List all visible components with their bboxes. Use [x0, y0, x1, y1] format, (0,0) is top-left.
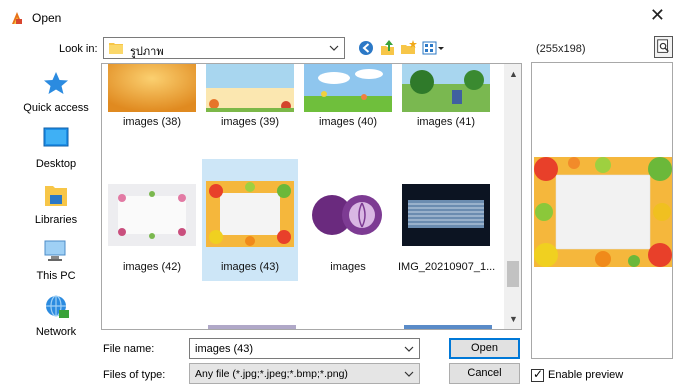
current-folder-text: รูปภาพ: [130, 46, 164, 58]
file-item[interactable]: images (42): [104, 159, 200, 281]
place-libraries[interactable]: Libraries: [11, 178, 101, 230]
file-item[interactable]: IMG_20210907_1...: [398, 159, 496, 281]
file-thumbnail: [402, 64, 490, 112]
app-icon: [12, 12, 22, 24]
place-label: Desktop: [35, 158, 77, 170]
chevron-down-icon[interactable]: [403, 341, 415, 357]
star-icon: [44, 72, 68, 94]
close-button[interactable]: ✕: [650, 5, 665, 26]
enable-preview-checkbox[interactable]: ✓ Enable preview: [531, 366, 671, 384]
checkmark-icon: ✓: [533, 367, 544, 381]
up-folder-icon[interactable]: [377, 38, 397, 58]
network-icon: [46, 295, 69, 318]
filetype-label: Files of type:: [103, 369, 166, 381]
file-thumbnail: [304, 175, 392, 251]
filename-input[interactable]: images (43): [195, 343, 253, 355]
lookin-label: Look in:: [59, 43, 98, 55]
back-icon[interactable]: [356, 38, 376, 58]
file-thumbnail-partial: [404, 325, 492, 329]
desktop-icon: [43, 127, 69, 147]
file-name: images (41): [416, 116, 476, 128]
open-button[interactable]: Open: [449, 338, 520, 359]
view-menu-icon[interactable]: [421, 38, 445, 58]
place-label: Quick access: [23, 102, 89, 114]
libraries-icon: [45, 186, 67, 206]
file-thumbnail: [206, 181, 294, 247]
file-list[interactable]: images (38) images (39) images (40) imag…: [101, 63, 522, 330]
file-thumbnail-partial: [208, 325, 296, 329]
chevron-down-icon[interactable]: [328, 40, 340, 56]
place-quick-access[interactable]: Quick access: [11, 66, 101, 118]
file-name: images (39): [220, 116, 280, 128]
filetype-value: Any file (*.jpg;*.jpeg;*.bmp;*.png): [195, 368, 348, 380]
computer-icon: [44, 240, 66, 261]
place-label: Network: [35, 326, 77, 338]
preview-pane: [531, 62, 673, 359]
place-label: This PC: [36, 270, 76, 282]
chevron-down-icon[interactable]: [403, 366, 415, 382]
file-name: images (38): [122, 116, 182, 128]
file-thumbnail: [304, 64, 392, 112]
place-desktop[interactable]: Desktop: [11, 122, 101, 174]
file-thumbnail: [206, 64, 294, 112]
scroll-up-icon[interactable]: ▲: [509, 69, 518, 79]
filename-combo[interactable]: images (43): [189, 338, 420, 359]
places-bar: Quick access Desktop Libraries This PC N…: [11, 66, 101, 356]
preview-toggle-icon[interactable]: [654, 36, 673, 58]
enable-preview-label: Enable preview: [548, 369, 624, 381]
filename-label: File name:: [103, 343, 155, 355]
place-this-pc[interactable]: This PC: [11, 234, 101, 286]
file-name: IMG_20210907_1...: [398, 261, 496, 273]
file-name: images (40): [318, 116, 378, 128]
filetype-select[interactable]: Any file (*.jpg;*.jpeg;*.bmp;*.png): [189, 363, 420, 384]
title-bar: Open ✕: [0, 0, 673, 34]
preview-dimensions: (255x198): [536, 43, 586, 55]
file-thumbnail: [402, 184, 490, 246]
place-label: Libraries: [34, 214, 78, 226]
file-name: images (43): [220, 261, 280, 273]
file-item-selected[interactable]: images (43): [202, 159, 298, 281]
lookin-combo[interactable]: รูปภาพ: [103, 37, 345, 59]
file-name: images: [330, 261, 366, 273]
file-name: images (42): [122, 261, 182, 273]
place-network[interactable]: Network: [11, 290, 101, 342]
window-title: Open: [32, 11, 62, 25]
checkbox-box[interactable]: ✓: [531, 367, 544, 382]
file-item[interactable]: images: [300, 159, 396, 281]
file-thumbnail: [108, 64, 196, 112]
preview-image: [534, 157, 672, 267]
scrollbar-thumb[interactable]: [507, 261, 519, 287]
new-folder-icon[interactable]: [399, 38, 419, 58]
folder-icon: [109, 43, 123, 54]
scroll-down-icon[interactable]: ▼: [509, 314, 518, 324]
file-list-scrollbar[interactable]: ▲ ▼: [504, 64, 521, 329]
file-thumbnail: [108, 184, 196, 246]
cancel-button[interactable]: Cancel: [449, 363, 520, 384]
